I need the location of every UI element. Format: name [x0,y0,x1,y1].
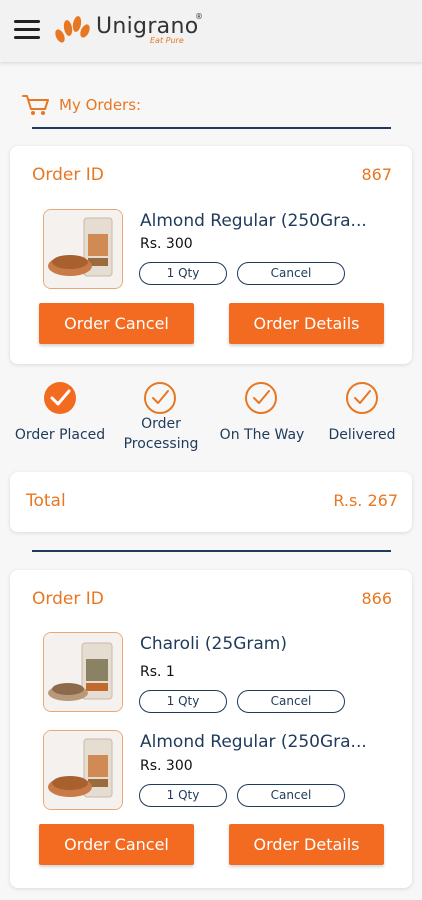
order-id-label: Order ID [32,165,104,185]
product-image [43,632,123,712]
app-header: Unigrano ® Eat Pure [0,0,422,62]
order-card: Order ID 867 Almond Regular (250Gra... R… [10,146,412,364]
item-cancel-button[interactable]: Cancel [237,262,345,285]
product-name[interactable]: Charoli (25Gram) [140,634,287,654]
brand-tagline: Eat Pure [150,36,184,45]
order-id-label: Order ID [32,589,104,609]
product-image [43,209,123,289]
status-on-the-way: On The Way [219,427,305,443]
item-cancel-button[interactable]: Cancel [237,690,345,713]
divider [32,550,391,552]
divider [32,127,391,129]
order-cancel-button[interactable]: Order Cancel [39,303,194,344]
total-value: R.s. 267 [333,491,398,510]
product-name[interactable]: Almond Regular (250Gra... [140,211,367,231]
order-card: Order ID 866 Charoli (25Gram) Rs. 1 1 Qt… [10,570,412,888]
check-filled-icon [44,382,76,414]
product-name[interactable]: Almond Regular (250Gra... [140,732,367,752]
registered-mark: ® [195,12,203,21]
check-outline-icon [245,382,277,414]
product-image [43,730,123,810]
item-cancel-button[interactable]: Cancel [237,784,345,807]
page-title: My Orders: [59,96,142,114]
product-price: Rs. 300 [140,236,193,252]
wheat-logo-icon [55,16,90,43]
status-order-placed: Order Placed [14,427,106,443]
order-details-button[interactable]: Order Details [229,303,384,344]
check-outline-icon [346,382,378,414]
order-details-button[interactable]: Order Details [229,824,384,865]
order-total-card: Total R.s. 267 [10,472,412,532]
status-order-processing: Order Processing [123,416,199,452]
order-cancel-button[interactable]: Order Cancel [39,824,194,865]
qty-badge: 1 Qty [139,784,227,807]
menu-icon[interactable] [14,20,40,40]
qty-badge: 1 Qty [139,262,227,285]
qty-badge: 1 Qty [139,690,227,713]
total-label: Total [26,491,66,511]
product-price: Rs. 1 [140,664,175,680]
check-outline-icon [144,382,176,414]
product-price: Rs. 300 [140,758,193,774]
status-delivered: Delivered [328,427,396,443]
order-id-value: 866 [361,589,392,608]
cart-icon [22,95,49,115]
order-id-value: 867 [361,165,392,184]
